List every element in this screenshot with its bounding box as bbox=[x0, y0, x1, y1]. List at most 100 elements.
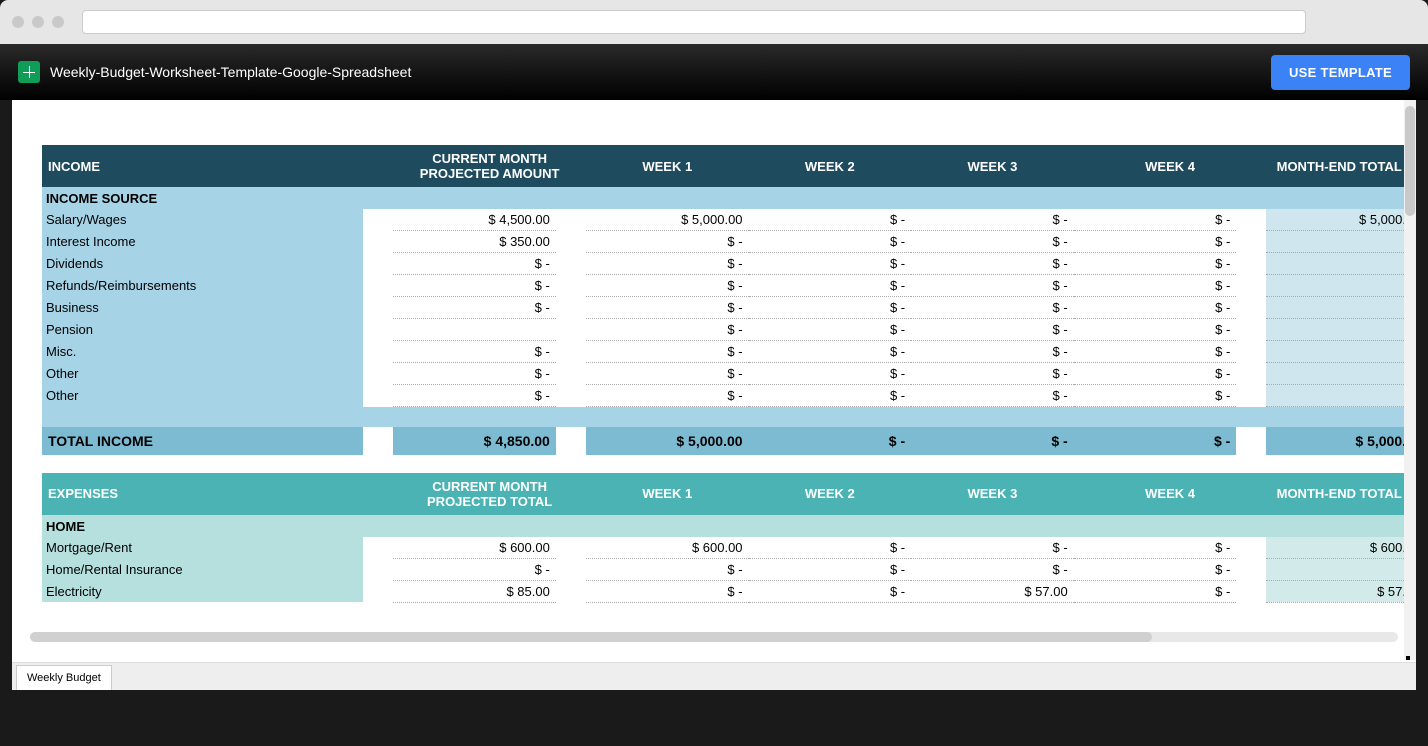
cell-week2[interactable]: $ - bbox=[749, 363, 912, 385]
cell-projected[interactable]: $ 350.00 bbox=[393, 231, 556, 253]
cell-week3[interactable]: $ - bbox=[911, 363, 1074, 385]
cell-week4[interactable]: $ - bbox=[1074, 537, 1237, 559]
cell-week3[interactable]: $ - bbox=[911, 558, 1074, 580]
cell-month-end[interactable]: $ 5,000. bbox=[1266, 209, 1412, 231]
cell-week1[interactable]: $ - bbox=[586, 341, 749, 363]
cell-month-end[interactable] bbox=[1266, 341, 1412, 363]
table-row: Electricity $ 85.00 $ - $ - $ 57.00 $ - … bbox=[42, 580, 1412, 602]
cell-month-end[interactable]: $ 600. bbox=[1266, 537, 1412, 559]
cell-week2[interactable]: $ - bbox=[749, 580, 912, 602]
cell-week2[interactable]: $ - bbox=[749, 231, 912, 253]
cell-week1[interactable]: $ - bbox=[586, 580, 749, 602]
cell-week2[interactable]: $ - bbox=[749, 275, 912, 297]
vertical-scrollbar[interactable] bbox=[1404, 100, 1416, 660]
scrollbar-thumb[interactable] bbox=[1405, 106, 1415, 216]
cell-projected[interactable]: $ 85.00 bbox=[393, 580, 556, 602]
cell-month-end[interactable] bbox=[1266, 385, 1412, 407]
resize-handle-icon[interactable] bbox=[1406, 656, 1410, 660]
cell-month-end[interactable] bbox=[1266, 558, 1412, 580]
cell-week4[interactable]: $ - bbox=[1074, 253, 1237, 275]
use-template-button[interactable]: USE TEMPLATE bbox=[1271, 55, 1410, 90]
cell-week3[interactable]: $ - bbox=[911, 253, 1074, 275]
cell-week1[interactable]: $ - bbox=[586, 558, 749, 580]
document-title: Weekly-Budget-Worksheet-Template-Google-… bbox=[50, 64, 411, 80]
cell-week4[interactable]: $ - bbox=[1074, 231, 1237, 253]
cell-week3[interactable]: $ - bbox=[911, 275, 1074, 297]
scrollbar-thumb[interactable] bbox=[30, 632, 1152, 642]
cell-week2[interactable]: $ - bbox=[749, 319, 912, 341]
spreadsheet-viewport: INCOME CURRENT MONTH PROJECTED AMOUNT WE… bbox=[12, 100, 1416, 690]
horizontal-scrollbar[interactable] bbox=[30, 632, 1398, 642]
cell-month-end[interactable] bbox=[1266, 363, 1412, 385]
cell-week2[interactable]: $ - bbox=[749, 385, 912, 407]
table-row: Misc. $ - $ - $ - $ - $ - bbox=[42, 341, 1412, 363]
cell-week3[interactable]: $ 57.00 bbox=[911, 580, 1074, 602]
cell-week4[interactable]: $ - bbox=[1074, 558, 1237, 580]
cell-week3[interactable]: $ - bbox=[911, 341, 1074, 363]
col-week1: WEEK 1 bbox=[586, 145, 749, 187]
cell-projected[interactable]: $ - bbox=[393, 275, 556, 297]
cell-week4[interactable]: $ - bbox=[1074, 341, 1237, 363]
cell-week3[interactable]: $ - bbox=[911, 319, 1074, 341]
sheet-tab-weekly-budget[interactable]: Weekly Budget bbox=[16, 665, 112, 690]
cell-month-end[interactable] bbox=[1266, 253, 1412, 275]
table-row: Interest Income $ 350.00 $ - $ - $ - $ - bbox=[42, 231, 1412, 253]
cell-week2[interactable]: $ - bbox=[749, 297, 912, 319]
cell-week3[interactable]: $ - bbox=[911, 231, 1074, 253]
cell-projected[interactable] bbox=[393, 319, 556, 341]
cell-projected[interactable]: $ 600.00 bbox=[393, 537, 556, 559]
cell-week4[interactable]: $ - bbox=[1074, 385, 1237, 407]
window-controls bbox=[12, 16, 64, 28]
cell-week4[interactable]: $ - bbox=[1074, 319, 1237, 341]
cell-week1[interactable]: $ - bbox=[586, 363, 749, 385]
cell-projected[interactable]: $ - bbox=[393, 297, 556, 319]
cell-week4[interactable]: $ - bbox=[1074, 363, 1237, 385]
cell-week4[interactable]: $ - bbox=[1074, 297, 1237, 319]
cell-week4[interactable]: $ - bbox=[1074, 275, 1237, 297]
cell-week1[interactable]: $ - bbox=[586, 275, 749, 297]
cell-week3[interactable]: $ - bbox=[911, 297, 1074, 319]
cell-week2[interactable]: $ - bbox=[749, 537, 912, 559]
cell-week3[interactable]: $ - bbox=[911, 537, 1074, 559]
address-bar[interactable] bbox=[82, 10, 1306, 34]
cell-month-end[interactable] bbox=[1266, 319, 1412, 341]
table-row: Dividends $ - $ - $ - $ - $ - bbox=[42, 253, 1412, 275]
total-week2: $ - bbox=[749, 427, 912, 455]
browser-chrome bbox=[0, 0, 1428, 44]
cell-week1[interactable]: $ 600.00 bbox=[586, 537, 749, 559]
cell-week2[interactable]: $ - bbox=[749, 341, 912, 363]
cell-week2[interactable]: $ - bbox=[749, 209, 912, 231]
spreadsheet-canvas[interactable]: INCOME CURRENT MONTH PROJECTED AMOUNT WE… bbox=[12, 100, 1416, 660]
cell-projected[interactable]: $ - bbox=[393, 341, 556, 363]
col-week2: WEEK 2 bbox=[749, 145, 912, 187]
cell-month-end[interactable] bbox=[1266, 297, 1412, 319]
cell-week1[interactable]: $ - bbox=[586, 253, 749, 275]
cell-month-end[interactable]: $ 57. bbox=[1266, 580, 1412, 602]
close-icon[interactable] bbox=[12, 16, 24, 28]
cell-month-end[interactable] bbox=[1266, 275, 1412, 297]
cell-week2[interactable]: $ - bbox=[749, 253, 912, 275]
cell-week1[interactable]: $ - bbox=[586, 297, 749, 319]
cell-week3[interactable]: $ - bbox=[911, 385, 1074, 407]
minimize-icon[interactable] bbox=[32, 16, 44, 28]
cell-week4[interactable]: $ - bbox=[1074, 580, 1237, 602]
cell-week4[interactable]: $ - bbox=[1074, 209, 1237, 231]
cell-week2[interactable]: $ - bbox=[749, 558, 912, 580]
row-label: Refunds/Reimbursements bbox=[42, 275, 363, 297]
row-label: Dividends bbox=[42, 253, 363, 275]
cell-week3[interactable]: $ - bbox=[911, 209, 1074, 231]
maximize-icon[interactable] bbox=[52, 16, 64, 28]
row-label: Business bbox=[42, 297, 363, 319]
cell-week1[interactable]: $ - bbox=[586, 319, 749, 341]
cell-projected[interactable]: $ - bbox=[393, 253, 556, 275]
cell-week1[interactable]: $ - bbox=[586, 385, 749, 407]
home-subhead: HOME bbox=[42, 515, 1412, 537]
cell-projected[interactable]: $ - bbox=[393, 363, 556, 385]
cell-projected[interactable]: $ 4,500.00 bbox=[393, 209, 556, 231]
cell-projected[interactable]: $ - bbox=[393, 558, 556, 580]
cell-week1[interactable]: $ - bbox=[586, 231, 749, 253]
col-month-end: MONTH-END TOTAL bbox=[1266, 473, 1412, 515]
cell-projected[interactable]: $ - bbox=[393, 385, 556, 407]
cell-week1[interactable]: $ 5,000.00 bbox=[586, 209, 749, 231]
cell-month-end[interactable] bbox=[1266, 231, 1412, 253]
